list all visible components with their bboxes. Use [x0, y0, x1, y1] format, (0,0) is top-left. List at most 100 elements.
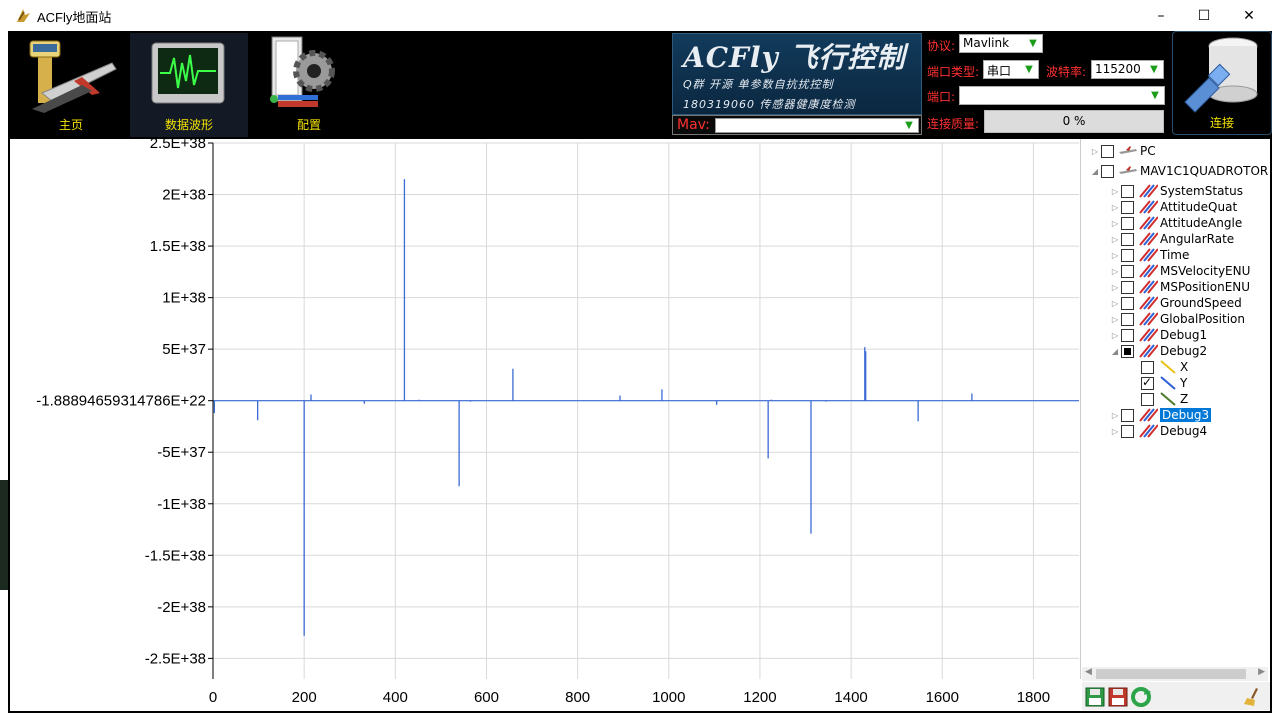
expand-arrow-icon[interactable]: ▷ — [1109, 219, 1121, 228]
scroll-left-icon[interactable]: ◀ — [1085, 667, 1092, 677]
tree-checkbox[interactable] — [1121, 296, 1134, 310]
baud-dropdown[interactable]: 115200 ▼ — [1091, 60, 1164, 79]
close-button[interactable]: ✕ — [1226, 0, 1272, 31]
tree-checkbox[interactable] — [1141, 360, 1154, 374]
x-tick-label: 1600 — [926, 689, 959, 706]
expand-arrow-icon[interactable]: ▷ — [1109, 411, 1121, 420]
tree-checkbox[interactable] — [1121, 280, 1134, 294]
tree-node[interactable]: ▷ Debug3 — [1109, 407, 1212, 423]
home-button[interactable]: 主页 — [12, 33, 130, 137]
tree-checkbox[interactable] — [1101, 144, 1114, 158]
scroll-right-icon[interactable]: ▶ — [1258, 667, 1265, 677]
tree-node[interactable]: ▷ AttitudeQuat — [1109, 199, 1237, 215]
tree-node[interactable]: X — [1129, 359, 1188, 375]
tree-checkbox[interactable] — [1141, 392, 1154, 406]
collapse-arrow-icon[interactable]: ◢ — [1109, 347, 1121, 356]
tree-checkbox[interactable] — [1121, 232, 1134, 246]
y-tick-label: -2E+38 — [157, 599, 206, 616]
tree-checkbox[interactable] — [1121, 184, 1134, 198]
tree-node[interactable]: ▷ MSPositionENU — [1109, 279, 1250, 295]
tree-horizontal-scrollbar[interactable]: ◀ ▶ — [1082, 667, 1268, 681]
x-tick-label: 1800 — [1017, 689, 1050, 706]
tree-node[interactable]: ▷ GroundSpeed — [1109, 295, 1242, 311]
tree-checkbox[interactable] — [1121, 216, 1134, 230]
tree-node-label: MSVelocityENU — [1160, 264, 1251, 278]
tree-checkbox[interactable] — [1121, 248, 1134, 262]
tree-node-label: MSPositionENU — [1160, 280, 1251, 294]
tree-checkbox[interactable] — [1121, 328, 1134, 342]
tree-node[interactable]: ▷ GlobalPosition — [1109, 311, 1245, 327]
protocol-dropdown[interactable]: Mavlink ▼ — [959, 34, 1043, 53]
tree-checkbox[interactable] — [1101, 164, 1114, 178]
brand-line-2: Q群 开源 单参数自抗扰控制 — [683, 78, 834, 91]
waveform-button[interactable]: 数据波形 — [130, 33, 248, 137]
tree-node[interactable]: ▷ PC — [1089, 143, 1156, 159]
main-toolbar: 主页 数据波形 配置 ACFly 飞行控制 Q群 开源 单参数自抗扰控制 180… — [8, 31, 1272, 137]
tree-checkbox[interactable] — [1141, 375, 1154, 390]
tree-node-label: PC — [1140, 144, 1156, 158]
mav-selector: Mav: ▼ — [672, 115, 922, 135]
tree-checkbox[interactable] — [1121, 424, 1134, 438]
maximize-button[interactable]: ☐ — [1181, 0, 1227, 31]
expand-arrow-icon[interactable]: ▷ — [1109, 299, 1121, 308]
tree-node[interactable]: ▷ AttitudeAngle — [1109, 215, 1242, 231]
x-tick-label: 600 — [474, 689, 499, 706]
refresh-icon[interactable] — [1130, 686, 1152, 708]
tree-checkbox[interactable] — [1121, 344, 1134, 358]
multi-line-icon — [1138, 200, 1160, 214]
minimize-button[interactable]: – — [1138, 0, 1184, 31]
port-label: 端口: — [927, 90, 956, 104]
tree-node-label: Debug1 — [1160, 328, 1208, 342]
tree-checkbox[interactable] — [1121, 312, 1134, 326]
x-tick-label: 1200 — [743, 689, 776, 706]
gear-config-icon — [270, 36, 335, 107]
tree-node[interactable]: ▷ Debug1 — [1109, 327, 1207, 343]
tree-tool-bar — [1082, 682, 1270, 710]
mav-dropdown[interactable]: ▼ — [715, 118, 919, 133]
tree-node[interactable]: ▷ AngularRate — [1109, 231, 1234, 247]
collapse-arrow-icon[interactable]: ◢ — [1089, 167, 1101, 176]
port-dropdown[interactable]: ▼ — [959, 86, 1165, 105]
tree-checkbox[interactable] — [1121, 264, 1134, 278]
expand-arrow-icon[interactable]: ▷ — [1109, 427, 1121, 436]
expand-arrow-icon[interactable]: ▷ — [1109, 203, 1121, 212]
tree-node[interactable]: Z — [1129, 391, 1188, 407]
tree-node[interactable]: ▷ MSVelocityENU — [1109, 263, 1250, 279]
waveform-chart[interactable]: 2.5E+38 2E+38 1.5E+38 1E+38 5E+37 -1.88894659… — [10, 139, 1080, 679]
expand-arrow-icon[interactable]: ▷ — [1109, 283, 1121, 292]
save-red-icon[interactable] — [1107, 686, 1129, 708]
background-window-edge — [0, 480, 8, 590]
tree-node-label: AttitudeQuat — [1160, 200, 1238, 214]
expand-arrow-icon[interactable]: ▷ — [1109, 331, 1121, 340]
connect-button[interactable]: 连接 — [1172, 31, 1272, 135]
multi-line-icon — [1138, 328, 1160, 342]
expand-arrow-icon[interactable]: ▷ — [1089, 147, 1101, 156]
expand-arrow-icon[interactable]: ▷ — [1109, 235, 1121, 244]
save-green-icon[interactable] — [1084, 686, 1106, 708]
clear-broom-icon[interactable] — [1242, 686, 1264, 708]
protocol-label: 协议: — [927, 39, 956, 53]
x-tick-label: 1400 — [834, 689, 867, 706]
scrollbar-thumb[interactable] — [1096, 669, 1246, 679]
tree-node[interactable]: Y — [1129, 375, 1187, 391]
expand-arrow-icon[interactable]: ▷ — [1109, 315, 1121, 324]
app-window: ACFly地面站 – ☐ ✕ 主页 数据波形 配置 ACFly 飞行控制 Q群 … — [0, 0, 1280, 720]
expand-arrow-icon[interactable]: ▷ — [1109, 267, 1121, 276]
config-button[interactable]: 配置 — [250, 33, 368, 137]
tree-checkbox[interactable] — [1121, 408, 1134, 422]
app-logo-icon — [17, 9, 30, 22]
y-tick-label: -1.5E+38 — [145, 547, 206, 564]
tree-node[interactable]: ◢ Debug2 — [1109, 343, 1207, 359]
tree-node[interactable]: ◢ MAV1C1QUADROTOR — [1089, 163, 1268, 179]
multi-line-icon — [1138, 184, 1160, 198]
y-tick-label: -1.88894659314786E+22 — [36, 393, 206, 410]
tree-node[interactable]: ▷ SystemStatus — [1109, 183, 1243, 199]
tree-node[interactable]: ▷ Time — [1109, 247, 1189, 263]
port-type-dropdown[interactable]: 串口 ▼ — [983, 60, 1039, 79]
expand-arrow-icon[interactable]: ▷ — [1109, 187, 1121, 196]
tree-node[interactable]: ▷ Debug4 — [1109, 423, 1207, 439]
tree-checkbox[interactable] — [1121, 200, 1134, 214]
acfly-brand-banner: ACFly 飞行控制 Q群 开源 单参数自抗扰控制 180319060 传感器健… — [672, 33, 922, 115]
expand-arrow-icon[interactable]: ▷ — [1109, 251, 1121, 260]
multi-line-icon — [1138, 312, 1160, 326]
